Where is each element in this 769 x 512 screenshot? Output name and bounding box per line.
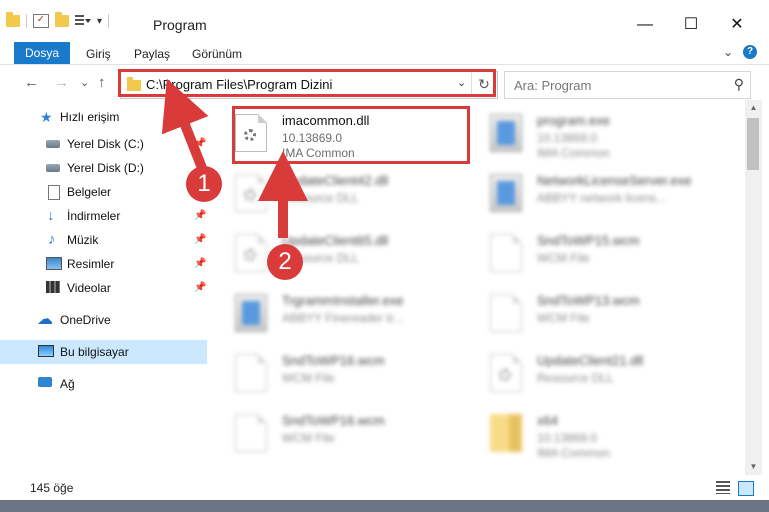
- vertical-scrollbar[interactable]: ▲ ▼: [745, 100, 762, 475]
- scroll-up-icon[interactable]: ▲: [745, 100, 762, 116]
- scroll-down-icon[interactable]: ▼: [745, 459, 762, 475]
- explorer-window: ✓ ▾ Program — ☐ ✕ Dosya Giriş Paylaş Gör…: [0, 0, 769, 500]
- step-badge-1: 1: [186, 166, 222, 202]
- step-badge-2: 2: [267, 244, 303, 280]
- tiles-view-icon[interactable]: [738, 481, 754, 496]
- desktop-background: [0, 500, 769, 512]
- item-count: 145 öğe: [30, 481, 74, 495]
- annotation-arrows: [161, 78, 308, 238]
- details-view-icon[interactable]: [716, 481, 730, 494]
- scroll-thumb[interactable]: [747, 118, 759, 170]
- arrow-to-address-bar: [161, 78, 209, 170]
- status-bar: 145 öğe: [0, 476, 769, 500]
